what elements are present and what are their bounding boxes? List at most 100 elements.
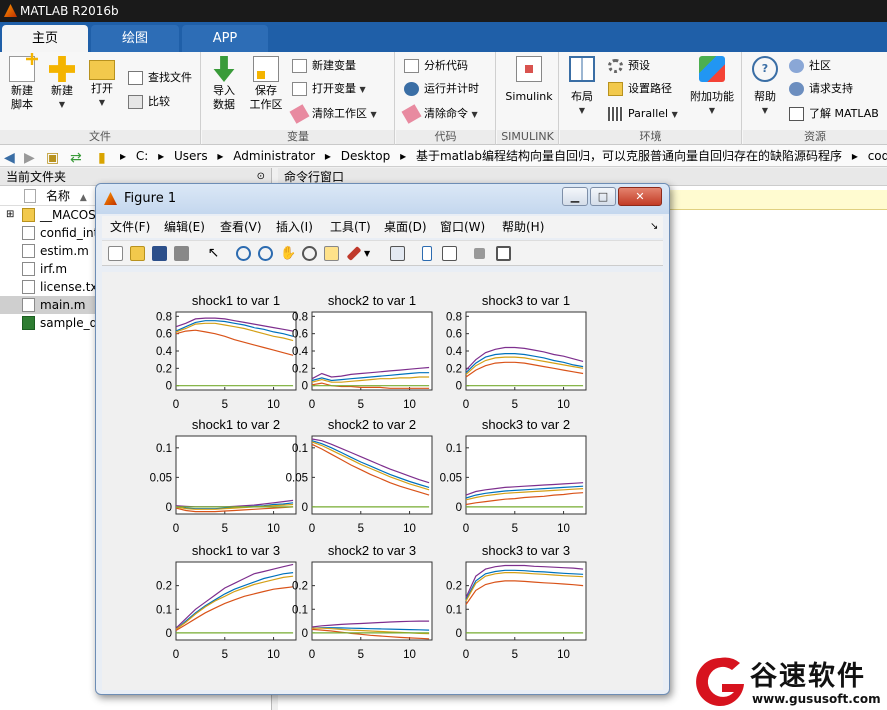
analyze-code-button[interactable]: 分析代码 [404,56,468,76]
menu-desktop[interactable]: 桌面(D) [384,216,427,238]
y-tick-label: 0.2 [292,581,308,593]
y-tick-label: 0.4 [292,346,309,358]
print-icon[interactable] [174,246,189,261]
browse-icon[interactable]: ⇄ [70,147,82,169]
breadcrumb-item[interactable]: Desktop [341,149,391,163]
pointer-icon[interactable]: ↖ [206,246,221,261]
file-name: __MACOS [40,208,96,222]
pan-hand-icon[interactable]: ✋ [280,246,296,261]
chevron-down-icon: ▼ [708,106,716,115]
hide-plot-tools-icon[interactable] [474,248,485,259]
layout-button[interactable]: 布局 ▼ [564,56,600,118]
menu-file[interactable]: 文件(F) [110,216,150,238]
help-button[interactable]: ? 帮助 ▼ [747,56,783,118]
new-script-label: 新建 脚本 [11,84,33,111]
brush-icon[interactable] [346,246,362,261]
open-variable-button[interactable]: 打开变量 ▼ [292,79,366,99]
y-tick-label: 0.2 [446,581,462,593]
data-cursor-icon[interactable] [324,246,339,261]
maximize-button[interactable]: □ [590,187,616,206]
y-tick-label: 0.4 [446,346,463,358]
find-files-button[interactable]: 查找文件 [128,68,192,88]
rotate-3d-icon[interactable] [302,246,317,261]
colorbar-icon[interactable] [422,246,432,261]
community-button[interactable]: 社区 [789,56,831,76]
back-arrow-icon[interactable]: ◀ [4,147,15,169]
expand-icon[interactable]: ⊞ [6,206,14,224]
x-tick-label: 0 [173,523,179,535]
addons-button[interactable]: 附加功能 ▼ [686,56,738,118]
learn-matlab-button[interactable]: 了解 MATLAB [789,104,879,124]
breadcrumb-item[interactable]: code [868,149,887,163]
simulink-label: Simulink [505,90,553,103]
open-file-icon[interactable] [130,246,145,261]
menu-help[interactable]: 帮助(H) [502,216,544,238]
chevron-down-icon: ▼ [471,110,478,119]
community-icon [789,59,804,73]
forward-arrow-icon[interactable]: ▶ [24,147,35,169]
compare-label: 比较 [148,95,170,108]
chevron-down-icon: ▼ [761,106,769,115]
run-and-time-button[interactable]: 运行并计时 [404,79,479,99]
learn-matlab-label: 了解 MATLAB [809,107,879,120]
subplot-title: shock2 to var 2 [328,417,416,432]
parallel-button[interactable]: Parallel ▼ [608,104,678,124]
new-variable-button[interactable]: 新建变量 [292,56,356,76]
legend-icon[interactable] [442,246,457,261]
preferences-button[interactable]: 预设 [608,56,650,76]
menu-insert[interactable]: 插入(I) [276,216,313,238]
y-tick-label: 0.05 [440,472,462,484]
folder-icon [22,208,35,222]
new-button[interactable]: 新建 ▼ [44,56,80,112]
addons-label: 附加功能 [690,90,734,103]
open-button[interactable]: 打开 ▼ [84,56,120,110]
find-files-label: 查找文件 [148,71,192,84]
breadcrumb-item[interactable]: C: [136,149,148,163]
close-button[interactable]: ✕ [618,187,662,206]
x-tick-label: 5 [222,523,228,535]
x-tick-label: 0 [309,649,315,661]
new-script-button[interactable]: 新建 脚本 [4,53,40,112]
folder-icon: ▮ [98,150,106,166]
x-tick-label: 10 [267,399,280,411]
breadcrumb-item[interactable]: Administrator [233,149,315,163]
analyze-code-icon [404,59,419,73]
dock-arrow-icon[interactable]: ↘ [650,216,658,238]
tab-apps[interactable]: APP [182,25,268,52]
import-data-button[interactable]: 导入 数据 [206,56,242,112]
preferences-label: 预设 [628,59,650,72]
file-name: license.txt [40,280,103,294]
save-icon[interactable] [152,246,167,261]
show-plot-tools-icon[interactable] [496,246,511,261]
menu-edit[interactable]: 编辑(E) [164,216,205,238]
tab-plots[interactable]: 绘图 [91,25,179,52]
subplot-axes [465,311,587,391]
tab-home[interactable]: 主页 [2,25,88,52]
request-support-button[interactable]: 请求支持 [789,79,853,99]
menu-tools[interactable]: 工具(T) [330,216,371,238]
menu-view[interactable]: 查看(V) [220,216,262,238]
figure-titlebar[interactable]: Figure 1 ▁ □ ✕ [96,184,669,214]
minimize-button[interactable]: ▁ [562,187,588,206]
subplot-axes [311,311,433,391]
zoom-out-icon[interactable] [258,246,273,261]
chevron-down-icon[interactable]: ▼ [364,246,379,261]
clear-commands-button[interactable]: 清除命令 ▼ [401,104,478,124]
save-workspace-icon [253,56,279,82]
up-folder-icon[interactable]: ▣ [46,147,59,169]
set-path-button[interactable]: 设置路径 [608,79,672,99]
subplot-title: shock1 to var 3 [192,543,280,558]
simulink-button[interactable]: Simulink [501,56,557,104]
save-workspace-button[interactable]: 保存 工作区 [246,56,286,112]
menu-window[interactable]: 窗口(W) [440,216,485,238]
compare-button[interactable]: 比较 [128,92,170,112]
breadcrumb-item[interactable]: Users [174,149,208,163]
new-figure-icon[interactable] [108,246,123,261]
breadcrumb-item[interactable]: 基于matlab编程结构向量自回归，可以克服普通向量自回归存在的缺陷源码程序 [416,149,842,163]
zoom-in-icon[interactable] [236,246,251,261]
breadcrumb-separator: ▸ [120,149,127,163]
link-plot-icon[interactable] [390,246,405,261]
analyze-code-label: 分析代码 [424,59,468,72]
clear-workspace-button[interactable]: 清除工作区 ▼ [289,104,377,124]
chevron-down-icon: ▼ [98,98,106,107]
